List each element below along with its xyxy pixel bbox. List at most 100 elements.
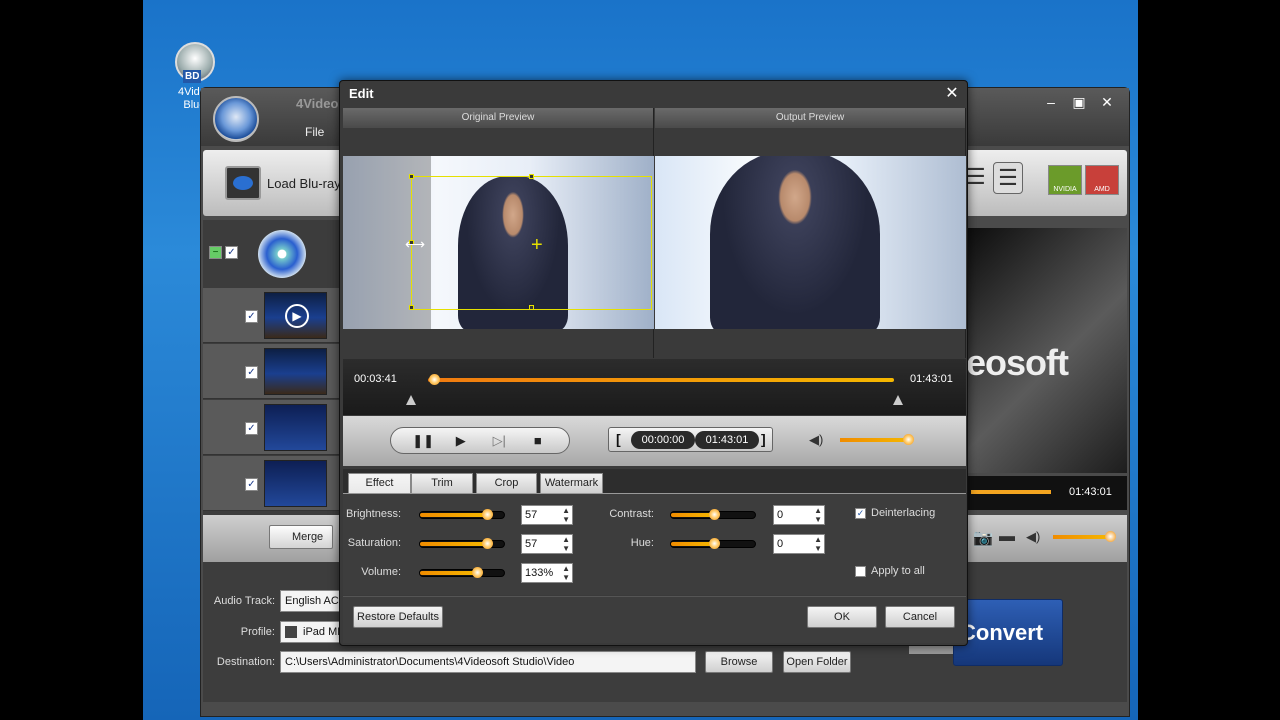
- spin-arrows-icon[interactable]: ▲ ▼: [562, 535, 570, 553]
- crop-center-icon[interactable]: +: [531, 235, 543, 255]
- menu-file[interactable]: File: [305, 125, 324, 139]
- crop-handle[interactable]: [529, 305, 534, 310]
- item-checkbox[interactable]: ✓: [245, 478, 258, 491]
- saturation-label: Saturation:: [347, 537, 401, 549]
- start-time-display[interactable]: 00:00:00: [631, 431, 695, 449]
- trim-start-marker[interactable]: [406, 395, 416, 405]
- deinterlacing-label: Deinterlacing: [871, 507, 936, 519]
- list-item[interactable]: ✓: [203, 456, 343, 511]
- set-start-icon[interactable]: [: [616, 431, 621, 447]
- trim-end-marker[interactable]: [893, 395, 903, 405]
- volume-stepper[interactable]: 133% ▲ ▼: [521, 563, 573, 583]
- spin-arrows-icon[interactable]: ▲ ▼: [562, 506, 570, 524]
- set-end-icon[interactable]: ]: [761, 431, 766, 447]
- checkbox-checked-icon[interactable]: ✓: [855, 507, 866, 519]
- output-video-frame: [655, 156, 966, 329]
- timeline-playhead[interactable]: [429, 374, 440, 385]
- list-item[interactable]: ✓ ▶: [203, 288, 343, 343]
- next-frame-icon[interactable]: ▷|: [489, 433, 509, 449]
- deinterlacing-checkbox[interactable]: ✓ Deinterlacing: [855, 507, 935, 519]
- load-bluray-button[interactable]: Load Blu-ray: [225, 164, 341, 202]
- profile-select[interactable]: iPad MP: [280, 621, 340, 643]
- saturation-slider[interactable]: [419, 538, 505, 549]
- close-icon[interactable]: ✕: [1097, 93, 1117, 111]
- volume-icon[interactable]: ◀): [1026, 529, 1040, 545]
- volume-effect-knob[interactable]: [472, 567, 483, 578]
- restore-defaults-button[interactable]: Restore Defaults: [353, 606, 443, 628]
- crop-handle[interactable]: [409, 174, 414, 179]
- play-icon[interactable]: ▶: [451, 433, 471, 449]
- destination-input[interactable]: C:\Users\Administrator\Documents\4Videos…: [280, 651, 696, 673]
- contrast-stepper[interactable]: 0 ▲ ▼: [773, 505, 825, 525]
- destination-label: Destination:: [216, 656, 275, 668]
- ok-button[interactable]: OK: [807, 606, 877, 628]
- pause-icon[interactable]: ❚❚: [412, 433, 434, 449]
- hue-knob[interactable]: [709, 538, 720, 549]
- item-checkbox[interactable]: ✓: [245, 310, 258, 323]
- audio-track-select[interactable]: English AC3: [280, 590, 340, 612]
- spin-arrows-icon[interactable]: ▲ ▼: [814, 506, 822, 524]
- merge-button[interactable]: Merge: [269, 525, 333, 549]
- bluray-disc-icon: [258, 230, 306, 278]
- contrast-value: 0: [777, 509, 784, 521]
- item-checkbox[interactable]: ✓: [245, 366, 258, 379]
- volume-knob[interactable]: [903, 434, 914, 445]
- spin-arrows-icon[interactable]: ▲ ▼: [814, 535, 822, 553]
- timeline-area: 00:03:41 01:43:01: [343, 359, 966, 415]
- select-all-checkbox[interactable]: ✓: [225, 246, 238, 259]
- tab-watermark[interactable]: Watermark: [540, 473, 603, 494]
- play-icon[interactable]: ▶: [285, 304, 309, 328]
- brightness-stepper[interactable]: 57 ▲ ▼: [521, 505, 573, 525]
- volume-effect-slider[interactable]: [419, 567, 505, 578]
- load-bluray-label: Load Blu-ray: [267, 175, 341, 191]
- nvidia-acceleration-badge[interactable]: NVIDIA: [1048, 165, 1082, 195]
- tab-effect[interactable]: Effect: [348, 473, 411, 495]
- hue-stepper[interactable]: 0 ▲ ▼: [773, 534, 825, 554]
- contrast-knob[interactable]: [709, 509, 720, 520]
- cancel-button[interactable]: Cancel: [885, 606, 955, 628]
- collapse-toggle[interactable]: −: [209, 246, 222, 259]
- convert-button[interactable]: Convert: [953, 599, 1063, 666]
- hue-label: Hue:: [630, 537, 654, 549]
- camera-icon[interactable]: 📷: [973, 528, 993, 548]
- apply-to-all-label: Apply to all: [871, 565, 925, 577]
- folder-icon[interactable]: ▬: [999, 528, 1015, 546]
- volume-value: 133%: [525, 567, 554, 579]
- item-checkbox[interactable]: ✓: [245, 422, 258, 435]
- open-folder-button[interactable]: Open Folder: [783, 651, 851, 673]
- crop-handle[interactable]: [529, 174, 534, 179]
- volume-icon[interactable]: ◀): [809, 432, 823, 448]
- browse-button[interactable]: Browse: [705, 651, 773, 673]
- saturation-knob[interactable]: [482, 538, 493, 549]
- main-progress-track[interactable]: [971, 490, 1051, 494]
- current-time: 00:03:41: [354, 373, 397, 385]
- checkbox-unchecked-icon[interactable]: [855, 565, 866, 577]
- stop-icon[interactable]: ■: [528, 433, 548, 448]
- apply-to-all-checkbox[interactable]: Apply to all: [855, 565, 925, 577]
- contrast-slider[interactable]: [670, 509, 756, 520]
- tab-trim[interactable]: Trim: [411, 473, 473, 494]
- maximize-icon[interactable]: ▣: [1069, 93, 1089, 111]
- brightness-slider[interactable]: [419, 509, 505, 520]
- main-volume-slider[interactable]: [1053, 535, 1111, 539]
- grid-view-icon[interactable]: ☰: [966, 162, 986, 194]
- volume-slider[interactable]: [840, 438, 910, 442]
- saturation-stepper[interactable]: 57 ▲ ▼: [521, 534, 573, 554]
- original-preview-header: Original Preview: [343, 108, 654, 128]
- bluray-app-icon: BD: [175, 42, 215, 83]
- timeline-track[interactable]: [428, 378, 894, 382]
- brightness-knob[interactable]: [482, 509, 493, 520]
- main-volume-knob[interactable]: [1105, 531, 1116, 542]
- minimize-icon[interactable]: –: [1041, 93, 1061, 111]
- tab-crop[interactable]: Crop: [476, 473, 537, 494]
- end-time-display[interactable]: 01:43:01: [695, 431, 759, 449]
- list-item[interactable]: ✓: [203, 344, 343, 399]
- list-item[interactable]: ✓: [203, 400, 343, 455]
- amd-acceleration-badge[interactable]: AMD: [1085, 165, 1119, 195]
- list-view-icon[interactable]: ☰: [993, 162, 1023, 194]
- crop-frame[interactable]: +: [409, 174, 652, 310]
- spin-arrows-icon[interactable]: ▲ ▼: [562, 564, 570, 582]
- crop-handle[interactable]: [409, 305, 414, 310]
- hue-slider[interactable]: [670, 538, 756, 549]
- close-icon[interactable]: ✕: [942, 83, 962, 103]
